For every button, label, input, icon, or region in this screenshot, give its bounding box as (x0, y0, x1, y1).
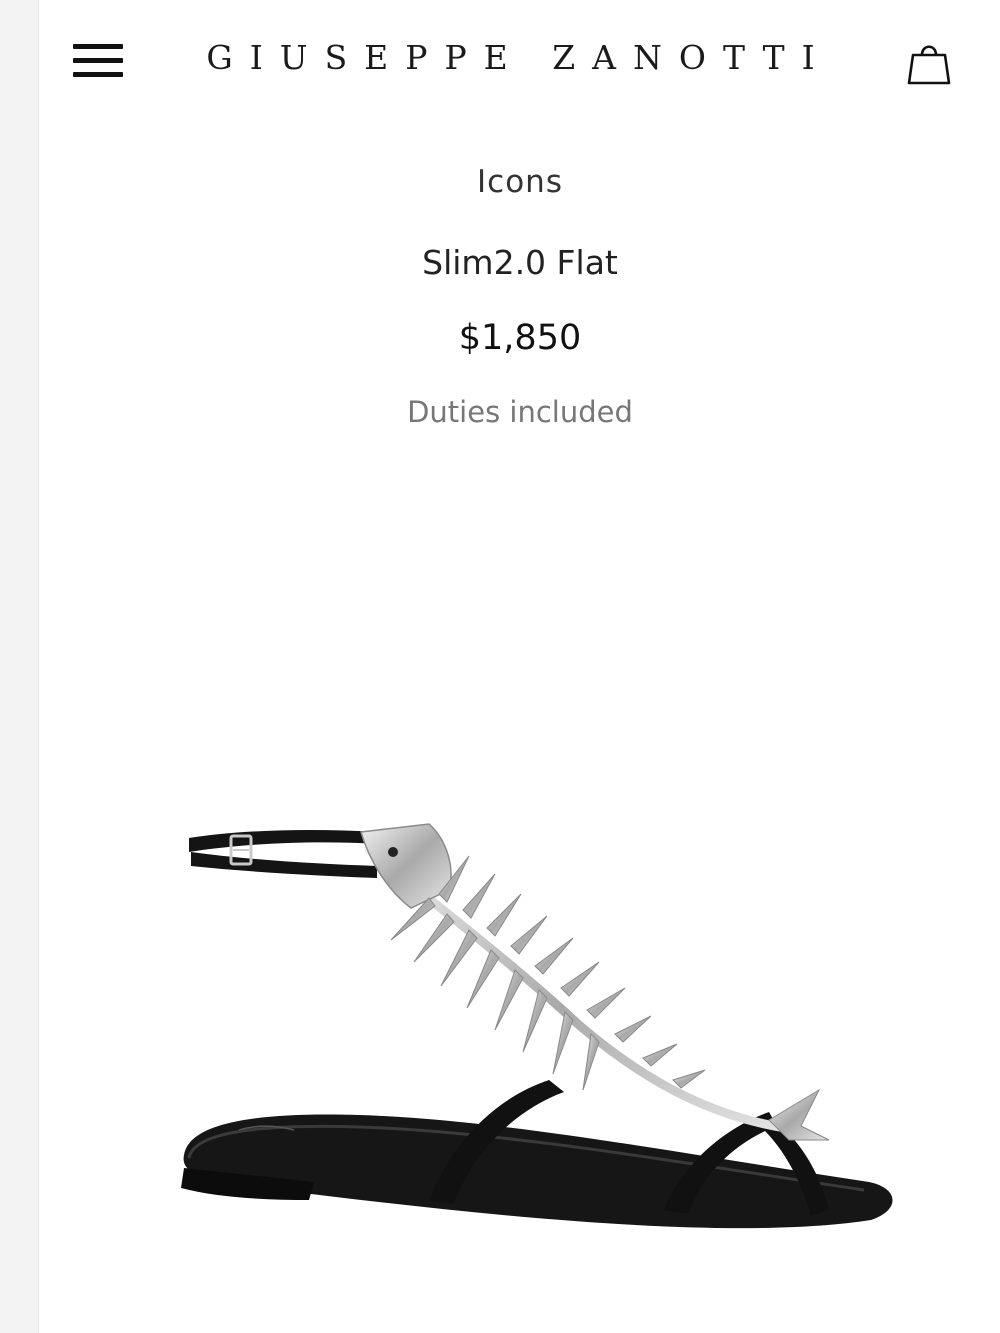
duties-note: Duties included (407, 395, 633, 429)
brand-logo[interactable]: GIUSEPPE ZANOTTI (189, 38, 849, 77)
product-image[interactable] (129, 790, 909, 1270)
product-price: $1,850 (458, 318, 582, 358)
site-header: GIUSEPPE ZANOTTI (39, 0, 1000, 130)
hamburger-menu-icon[interactable] (73, 42, 125, 80)
product-page: GIUSEPPE ZANOTTI Icons Slim2.0 Flat $1,8… (38, 0, 1000, 1333)
product-title: Slim2.0 Flat (422, 243, 618, 282)
collection-label[interactable]: Icons (39, 164, 1000, 200)
shopping-bag-icon[interactable] (905, 38, 953, 86)
